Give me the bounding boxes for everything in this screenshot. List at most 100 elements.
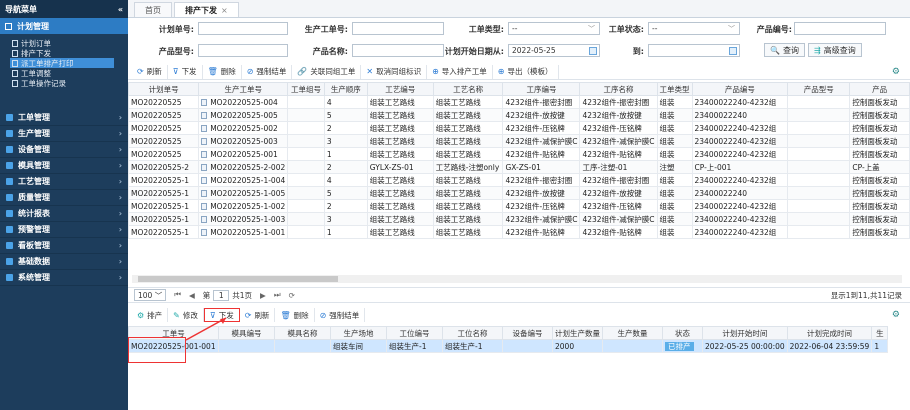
table-row[interactable]: MO20220525-001-001 组装车间 组装生产-1 组装生产-1 2000 已排… — [128, 339, 889, 353]
column-header[interactable]: 生产数量 — [602, 326, 663, 340]
column-header[interactable]: 计划开始时间 — [702, 326, 788, 340]
column-header[interactable]: 产品型号 — [787, 82, 851, 96]
sidebar-group-mold[interactable]: 模具管理 › — [0, 158, 128, 174]
calendar-icon[interactable] — [729, 47, 737, 55]
table-row[interactable]: MO20220525 MO20220525-005 5 组装工艺路线 组装工艺路线 423… — [128, 108, 910, 122]
column-header[interactable]: 生产场地 — [330, 326, 387, 340]
column-header[interactable]: 计划单号 — [128, 82, 200, 96]
table-cell: 控制面板发动 — [849, 108, 910, 122]
sidebar-group-alerts[interactable]: 预警管理 › — [0, 222, 128, 238]
column-header[interactable]: 产品编号 — [691, 82, 789, 96]
last-page-icon[interactable]: ⏭ — [274, 290, 281, 300]
cell-value: MO20220525-001 — [210, 149, 278, 159]
sidebar-group-reports[interactable]: 统计报表 › — [0, 206, 128, 222]
link-group-button[interactable]: 🔗 关联同组工单 — [292, 64, 362, 79]
sidebar-item-dispatch-print[interactable]: 派工单排产打印 — [10, 58, 114, 68]
schedule-button[interactable]: ⚙ 排产 — [132, 308, 169, 322]
column-header[interactable]: 设备编号 — [502, 326, 553, 340]
column-header[interactable]: 模具名称 — [274, 326, 331, 340]
column-header[interactable]: 状态 — [662, 326, 703, 340]
column-header[interactable]: 工艺编号 — [366, 82, 434, 96]
column-header[interactable]: 工序编号 — [502, 82, 581, 96]
tab-home[interactable]: 首页 — [134, 2, 172, 17]
order-status-select[interactable]: -- ﹀ — [648, 22, 740, 35]
column-header[interactable]: 工单组号 — [287, 82, 325, 96]
sidebar-group-equipment[interactable]: 设备管理 › — [0, 142, 128, 158]
order-type-select[interactable]: -- ﹀ — [508, 22, 600, 35]
refresh-icon[interactable]: ⟳ — [289, 291, 295, 300]
gear-icon[interactable]: ⚙ — [892, 67, 900, 77]
table-row[interactable]: MO20220525-1 MO20220525-1-005 5 组装工艺路线 组装工艺路… — [128, 186, 910, 200]
advanced-query-button[interactable]: ⇶ 高级查询 — [808, 43, 862, 57]
sidebar-group-quality[interactable]: 质量管理 › — [0, 190, 128, 206]
force-close-button[interactable]: ⊘ 强制结单 — [242, 64, 293, 79]
table-row[interactable]: MO20220525 MO20220525-004 4 组装工艺路线 组装工艺路线 423… — [128, 95, 910, 109]
sidebar-group-dashboard[interactable]: 看板管理 › — [0, 238, 128, 254]
sidebar-item-order-adjust[interactable]: 工单调整 — [10, 68, 128, 78]
column-header[interactable]: 生产工单号 — [198, 82, 289, 96]
sidebar-group-base-data[interactable]: 基础数据 › — [0, 254, 128, 270]
plan-start-input[interactable]: 2022-05-25 — [508, 44, 600, 57]
table-row[interactable]: MO20220525 MO20220525-002 2 组装工艺路线 组装工艺路线 423… — [128, 121, 910, 135]
tab-schedule-release[interactable]: 排产下发 × — [174, 2, 239, 17]
prod-order-input[interactable] — [352, 22, 444, 35]
sidebar-item-schedule-release[interactable]: 排产下发 — [10, 48, 128, 58]
plan-end-input[interactable] — [648, 44, 740, 57]
sidebar-group-plan[interactable]: 计划管理 — [0, 18, 128, 34]
horizontal-scrollbar[interactable] — [132, 275, 902, 283]
column-header[interactable]: 工艺名称 — [432, 82, 504, 96]
table-row[interactable]: MO20220525-1 MO20220525-1-004 4 组装工艺路线 组装工艺路… — [128, 173, 910, 187]
sidebar-group-production[interactable]: 生产管理 › — [0, 126, 128, 142]
query-button[interactable]: 🔍 查询 — [764, 43, 805, 57]
menu-icon — [6, 130, 13, 137]
close-icon[interactable]: × — [221, 6, 228, 15]
column-header[interactable]: 工位名称 — [442, 326, 503, 340]
export-button[interactable]: ⊕ 导出（模板） — [493, 64, 559, 79]
table-row[interactable]: MO20220525 MO20220525-001 1 组装工艺路线 组装工艺路线 423… — [128, 147, 910, 161]
delete-button[interactable]: 🗑 删除 — [203, 64, 242, 79]
table-row[interactable]: MO20220525 MO20220525-003 3 组装工艺路线 组装工艺路线 423… — [128, 134, 910, 148]
first-page-icon[interactable]: ⏮ — [174, 290, 181, 300]
product-code-input[interactable] — [794, 22, 886, 35]
sidebar-item-order-log[interactable]: 工单操作记录 — [10, 78, 128, 88]
collapse-icon[interactable]: « — [118, 5, 123, 14]
gear-icon[interactable]: ⚙ — [892, 310, 900, 320]
plan-no-input[interactable] — [198, 22, 288, 35]
next-page-icon[interactable]: ▶ — [260, 291, 266, 300]
page-input[interactable]: 1 — [213, 289, 230, 301]
table-row[interactable]: MO20220525-1 MO20220525-1-001 1 组装工艺路线 组装工艺路… — [128, 225, 910, 239]
refresh-detail-button[interactable]: ⟳ 刷新 — [240, 308, 276, 322]
column-header[interactable]: 产品 — [849, 82, 910, 96]
table-row[interactable]: MO20220525-2 MO20220525-2-002 2 GYLX-ZS-01 工… — [128, 160, 910, 174]
prev-page-icon[interactable]: ◀ — [189, 291, 195, 300]
scrollbar-thumb[interactable] — [138, 276, 338, 282]
column-header[interactable]: 生产顺序 — [323, 82, 368, 96]
column-header[interactable]: 工序名称 — [579, 82, 658, 96]
column-header[interactable]: 生 — [871, 326, 889, 340]
page-size-select[interactable]: 100 ﹀ — [134, 289, 167, 301]
sidebar-group-process[interactable]: 工艺管理 › — [0, 174, 128, 190]
cancel-group-button[interactable]: ✕ 取消同组标识 — [361, 64, 428, 79]
column-header[interactable]: 计划完成时间 — [786, 326, 873, 340]
table-row[interactable]: MO20220525-1 MO20220525-1-002 2 组装工艺路线 组装工艺路… — [128, 199, 910, 213]
tab-label: 排产下发 — [185, 5, 217, 15]
sidebar-group-label: 基础数据 — [18, 257, 50, 266]
cell-value: 5 — [326, 188, 332, 198]
column-header[interactable]: 工单类型 — [656, 82, 693, 96]
sidebar-group-system[interactable]: 系统管理 › — [0, 270, 128, 286]
main-toolbar: ⟳ 刷新 ⊽ 下发 🗑 删除 ⊘ 强制结单 🔗 关联同组工单 ✕ 取消同组标识 ⊕ 导入排产工… — [128, 64, 910, 80]
refresh-button[interactable]: ⟳ 刷新 — [132, 64, 168, 79]
release-button[interactable]: ⊽ 下发 — [168, 64, 203, 79]
sidebar-item-plan-order[interactable]: 计划订单 — [10, 38, 128, 48]
calendar-icon[interactable] — [589, 47, 597, 55]
table-header-row: 计划单号 生产工单号 工单组号 生产顺序 工艺编号 工艺名称 工序编号 工序名称 工单类型 产品编… — [128, 82, 910, 96]
force-close-detail-button[interactable]: ⊘ 强制结单 — [315, 308, 366, 322]
table-row[interactable]: MO20220525-1 MO20220525-1-003 3 组装工艺路线 组装工艺路… — [128, 212, 910, 226]
delete-detail-button[interactable]: 🗑 删除 — [275, 308, 315, 322]
import-button[interactable]: ⊕ 导入排产工单 — [427, 64, 493, 79]
table-cell: 组装 — [656, 95, 693, 109]
product-model-input[interactable] — [198, 44, 288, 57]
column-header[interactable]: 计划生产数量 — [552, 326, 603, 340]
column-header[interactable]: 工位编号 — [386, 326, 443, 340]
sidebar-group-work-order[interactable]: 工单管理 › — [0, 110, 128, 126]
